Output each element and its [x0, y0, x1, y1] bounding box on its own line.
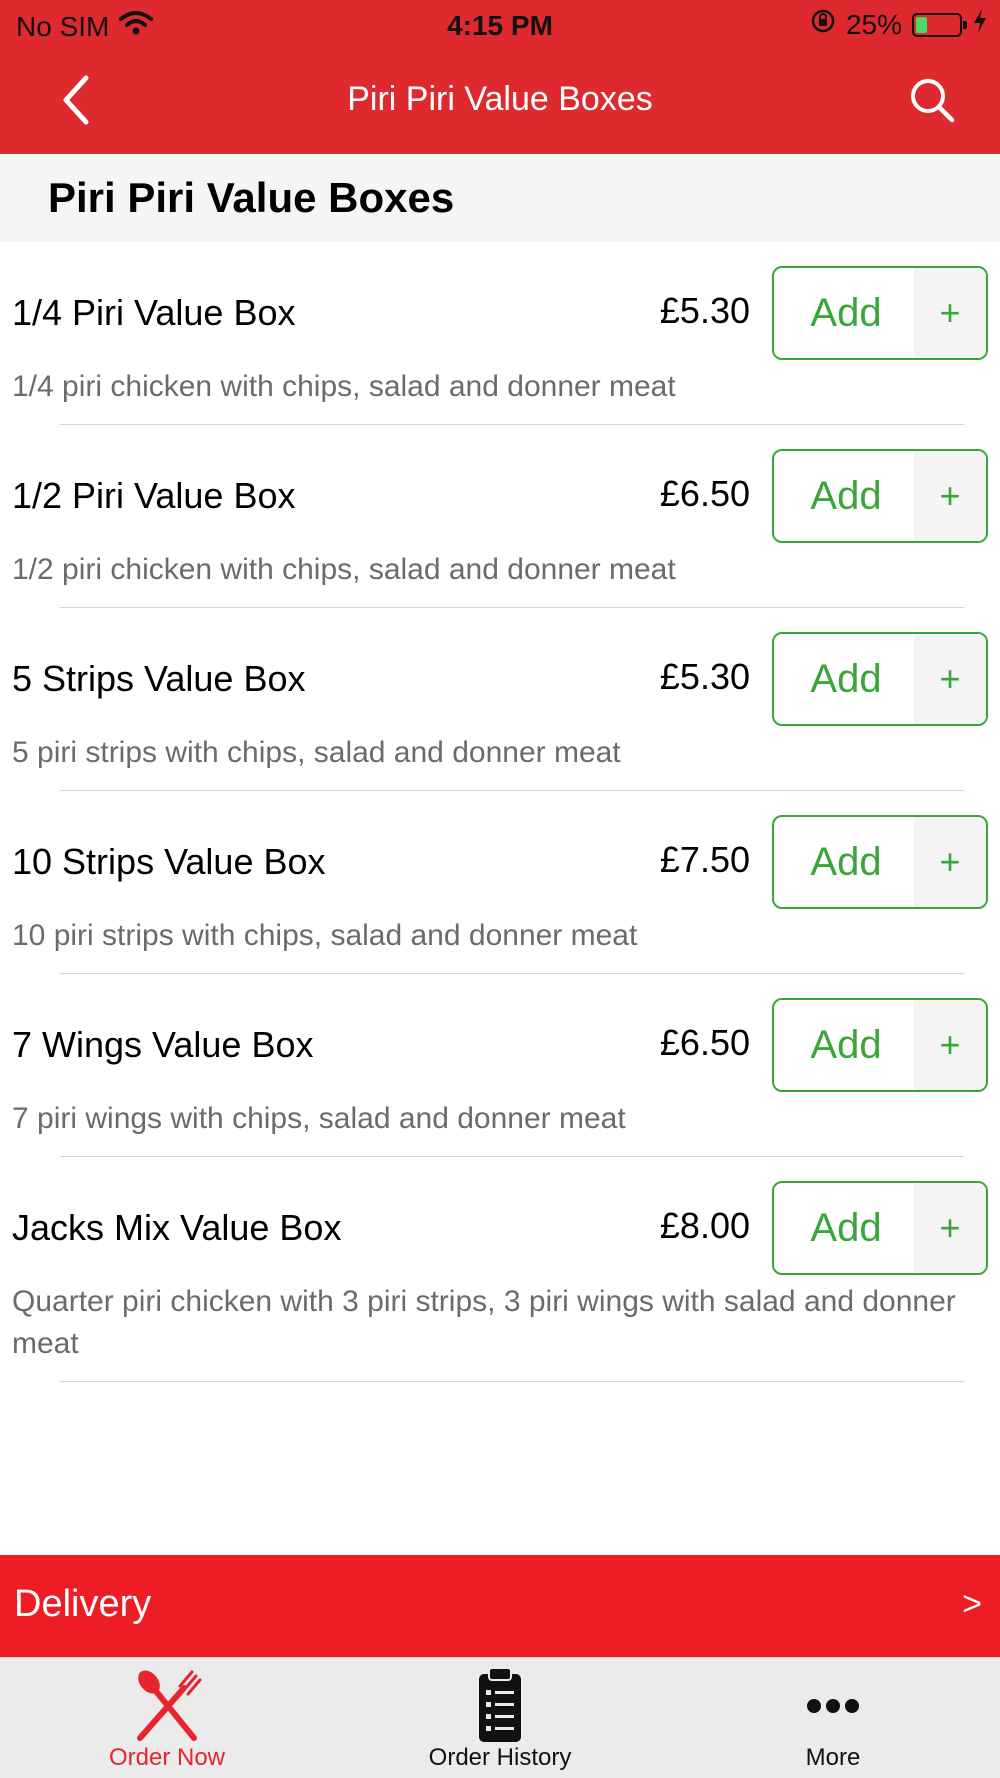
item-description: 7 piri wings with chips, salad and donne… [12, 1102, 626, 1135]
status-right: 25% [810, 8, 988, 41]
menu-item-list: 1/4 Piri Value Box £5.30 Add + 1/4 piri … [0, 242, 1000, 1382]
item-name: 10 Strips Value Box [12, 841, 326, 882]
search-button[interactable] [904, 72, 960, 128]
item-name: 7 Wings Value Box [12, 1024, 314, 1065]
plus-icon: + [914, 634, 986, 724]
item-description: 1/4 piri chicken with chips, salad and d… [12, 370, 676, 403]
menu-item-header: 7 Wings Value Box £6.50 Add + [12, 998, 988, 1096]
add-button-label: Add [810, 291, 882, 335]
menu-item-header: 5 Strips Value Box £5.30 Add + [12, 632, 988, 730]
item-description: 5 piri strips with chips, salad and donn… [12, 736, 621, 769]
item-price: £5.30 [659, 290, 750, 331]
chevron-right-icon: > [962, 1585, 982, 1623]
item-name: Jacks Mix Value Box [12, 1207, 342, 1248]
item-price: £8.00 [659, 1205, 750, 1246]
tab-label: Order History [428, 1744, 572, 1771]
tab-order-history[interactable]: Order History [333, 1658, 667, 1778]
app-root: No SIM 4:15 PM 25% Piri Piri Value Boxes… [0, 0, 1000, 1778]
item-name: 1/2 Piri Value Box [12, 475, 296, 516]
fork-knife-icon [137, 1670, 202, 1741]
clipboard-icon [479, 1667, 521, 1742]
navigation-bar: Piri Piri Value Boxes [0, 50, 1000, 154]
more-dots-icon [807, 1699, 859, 1713]
plus-icon: + [914, 451, 986, 541]
plus-icon: + [914, 1183, 986, 1273]
menu-item-header: Jacks Mix Value Box £8.00 Add + [12, 1181, 988, 1279]
menu-item: 5 Strips Value Box £5.30 Add + 5 piri st… [0, 608, 1000, 791]
item-description: Quarter piri chicken with 3 piri strips,… [12, 1285, 956, 1360]
divider [60, 1381, 964, 1382]
plus-icon: + [914, 268, 986, 358]
add-button[interactable]: Add + [772, 632, 988, 726]
battery-fill [916, 16, 927, 33]
add-button-label: Add [810, 840, 882, 884]
item-price: £6.50 [659, 1022, 750, 1063]
status-bar: No SIM 4:15 PM 25% [0, 0, 1000, 50]
plus-icon: + [914, 1000, 986, 1090]
charging-bolt-icon [972, 8, 988, 41]
item-name: 1/4 Piri Value Box [12, 292, 296, 333]
nav-title: Piri Piri Value Boxes [347, 80, 653, 118]
item-description: 10 piri strips with chips, salad and don… [12, 919, 638, 952]
menu-item-header: 1/2 Piri Value Box £6.50 Add + [12, 449, 988, 547]
tab-label: Order Now [108, 1744, 226, 1771]
add-button[interactable]: Add + [772, 815, 988, 909]
delivery-label: Delivery [14, 1583, 152, 1625]
item-name: 5 Strips Value Box [12, 658, 306, 699]
add-button[interactable]: Add + [772, 449, 988, 543]
add-button[interactable]: Add + [772, 266, 988, 360]
add-button-label: Add [810, 1206, 882, 1250]
item-description: 1/2 piri chicken with chips, salad and d… [12, 553, 676, 586]
add-button-label: Add [810, 474, 882, 518]
section-header: Piri Piri Value Boxes [0, 154, 1000, 242]
battery-cap [963, 20, 967, 29]
menu-item-header: 10 Strips Value Box £7.50 Add + [12, 815, 988, 913]
search-icon [911, 79, 955, 123]
add-button-label: Add [810, 1023, 882, 1067]
menu-item: 1/2 Piri Value Box £6.50 Add + 1/2 piri … [0, 425, 1000, 608]
menu-item: 7 Wings Value Box £6.50 Add + 7 piri win… [0, 974, 1000, 1157]
rotation-lock-icon [810, 8, 836, 41]
tab-label: More [805, 1744, 861, 1771]
tab-order-now[interactable]: Order Now [0, 1658, 334, 1778]
battery-percent: 25% [845, 8, 902, 40]
add-button[interactable]: Add + [772, 998, 988, 1092]
delivery-button[interactable]: Delivery > [0, 1555, 1000, 1657]
tab-bar: Order Now Order History More [0, 1657, 1000, 1778]
item-price: £5.30 [659, 656, 750, 697]
menu-item: 10 Strips Value Box £7.50 Add + 10 piri … [0, 791, 1000, 974]
menu-item: Jacks Mix Value Box £8.00 Add + Quarter … [0, 1157, 1000, 1382]
item-price: £6.50 [659, 473, 750, 514]
add-button-label: Add [810, 657, 882, 701]
plus-icon: + [914, 817, 986, 907]
add-button[interactable]: Add + [772, 1181, 988, 1275]
item-price: £7.50 [659, 839, 750, 880]
menu-item-header: 1/4 Piri Value Box £5.30 Add + [12, 266, 988, 364]
tab-more[interactable]: More [666, 1658, 1000, 1778]
battery-icon [912, 12, 967, 37]
section-title: Piri Piri Value Boxes [48, 174, 455, 221]
menu-item: 1/4 Piri Value Box £5.30 Add + 1/4 piri … [0, 242, 1000, 425]
